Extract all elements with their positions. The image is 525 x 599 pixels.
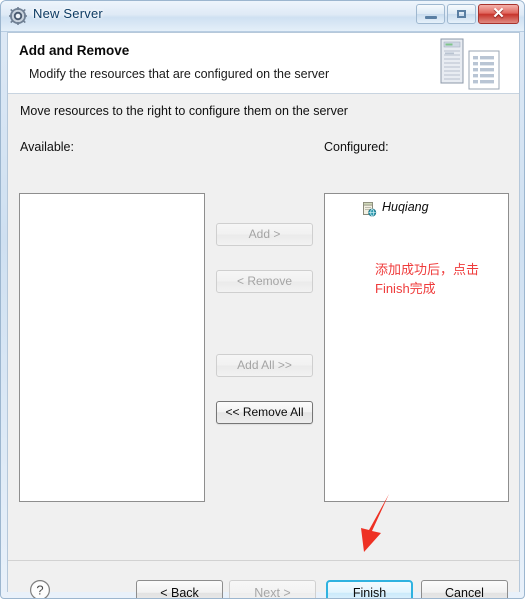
page-title: Add and Remove xyxy=(19,43,130,58)
restore-button[interactable] xyxy=(447,4,476,24)
available-label: Available: xyxy=(20,140,74,154)
remove-all-button[interactable]: << Remove All xyxy=(216,401,313,424)
server-and-document-illustration xyxy=(440,38,500,90)
next-button[interactable]: Next > xyxy=(229,580,316,598)
configured-listbox[interactable]: Huqiang 添加成功后，点击 Finish完成 xyxy=(324,193,509,502)
close-icon: ✕ xyxy=(492,5,505,22)
available-listbox[interactable] xyxy=(19,193,205,502)
add-button[interactable]: Add > xyxy=(216,223,313,246)
minimize-button[interactable] xyxy=(416,4,445,24)
cancel-button[interactable]: Cancel xyxy=(421,580,508,598)
wizard-body: Move resources to the right to configure… xyxy=(8,94,519,560)
remove-button[interactable]: < Remove xyxy=(216,270,313,293)
window-title: New Server xyxy=(33,6,103,21)
list-item-label: Huqiang xyxy=(382,200,429,214)
configured-label: Configured: xyxy=(324,140,389,154)
dialog-client-area: Add and Remove Modify the resources that… xyxy=(7,32,520,598)
server-gear-icon xyxy=(9,7,27,25)
close-button[interactable]: ✕ xyxy=(478,4,519,24)
back-button[interactable]: < Back xyxy=(136,580,223,598)
svg-text:?: ? xyxy=(36,583,43,598)
finish-button[interactable]: Finish xyxy=(326,580,413,598)
title-bar[interactable]: New Server ✕ xyxy=(1,1,524,32)
instruction-text: Move resources to the right to configure… xyxy=(20,104,348,118)
dialog-window: New Server ✕ Add and Remove Modify the r… xyxy=(0,0,525,599)
add-all-button[interactable]: Add All >> xyxy=(216,354,313,377)
page-subtitle: Modify the resources that are configured… xyxy=(29,67,330,81)
dialog-button-bar: ? < Back Next > Finish Cancel xyxy=(8,560,519,598)
help-icon[interactable]: ? xyxy=(29,579,51,599)
annotation-text: 添加成功后，点击 Finish完成 xyxy=(375,262,480,296)
web-project-icon xyxy=(363,202,377,217)
wizard-header: Add and Remove Modify the resources that… xyxy=(8,33,519,94)
